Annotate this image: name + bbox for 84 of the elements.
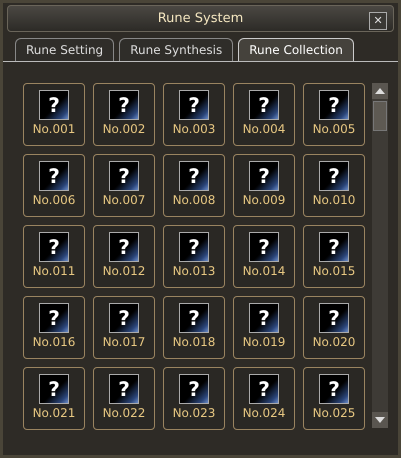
scroll-down-button[interactable] — [372, 412, 388, 428]
scrollbar[interactable] — [372, 83, 388, 428]
rune-slot[interactable]: ? No.008 — [163, 154, 225, 217]
unknown-rune-icon: ? — [39, 303, 69, 333]
rune-number: No.013 — [172, 264, 216, 278]
rune-slot[interactable]: ? No.016 — [23, 296, 85, 359]
unknown-rune-icon: ? — [39, 374, 69, 404]
tab[interactable]: Rune Synthesis — [119, 38, 234, 61]
rune-slot[interactable]: ? No.019 — [233, 296, 295, 359]
unknown-rune-icon: ? — [249, 90, 279, 120]
rune-slot[interactable]: ? No.015 — [303, 225, 365, 288]
window-title: Rune System — [158, 11, 244, 26]
rune-number: No.015 — [312, 264, 356, 278]
unknown-rune-icon: ? — [319, 90, 349, 120]
unknown-rune-icon: ? — [39, 161, 69, 191]
unknown-rune-icon: ? — [179, 303, 209, 333]
unknown-rune-icon: ? — [179, 232, 209, 262]
unknown-rune-icon: ? — [319, 374, 349, 404]
unknown-rune-icon: ? — [319, 303, 349, 333]
unknown-rune-icon: ? — [109, 90, 139, 120]
rune-slot[interactable]: ? No.022 — [93, 367, 155, 430]
rune-slot[interactable]: ? No.021 — [23, 367, 85, 430]
unknown-rune-icon: ? — [179, 374, 209, 404]
rune-slot[interactable]: ? No.013 — [163, 225, 225, 288]
unknown-rune-icon: ? — [109, 232, 139, 262]
rune-number: No.023 — [172, 406, 216, 420]
rune-slot[interactable]: ? No.009 — [233, 154, 295, 217]
rune-number: No.012 — [102, 264, 146, 278]
rune-number: No.025 — [312, 406, 356, 420]
unknown-rune-icon: ? — [319, 232, 349, 262]
rune-number: No.006 — [32, 193, 76, 207]
rune-slot[interactable]: ? No.003 — [163, 83, 225, 146]
rune-number: No.009 — [242, 193, 286, 207]
unknown-rune-icon: ? — [249, 303, 279, 333]
unknown-rune-icon: ? — [179, 161, 209, 191]
rune-number: No.022 — [102, 406, 146, 420]
rune-number: No.008 — [172, 193, 216, 207]
rune-slot[interactable]: ? No.004 — [233, 83, 295, 146]
unknown-rune-icon: ? — [39, 90, 69, 120]
rune-slot[interactable]: ? No.017 — [93, 296, 155, 359]
rune-number: No.010 — [312, 193, 356, 207]
rune-slot[interactable]: ? No.005 — [303, 83, 365, 146]
rune-number: No.014 — [242, 264, 286, 278]
tab[interactable]: Rune Setting — [15, 38, 114, 61]
rune-number: No.017 — [102, 335, 146, 349]
scroll-up-button[interactable] — [372, 83, 388, 99]
rune-number: No.002 — [102, 122, 146, 136]
tab[interactable]: Rune Collection — [238, 38, 354, 61]
rune-number: No.024 — [242, 406, 286, 420]
rune-slot[interactable]: ? No.010 — [303, 154, 365, 217]
scroll-thumb[interactable] — [373, 101, 387, 131]
rune-slot[interactable]: ? No.007 — [93, 154, 155, 217]
close-button[interactable]: ✕ — [369, 12, 387, 30]
rune-number: No.019 — [242, 335, 286, 349]
unknown-rune-icon: ? — [39, 232, 69, 262]
rune-slot[interactable]: ? No.025 — [303, 367, 365, 430]
rune-number: No.011 — [32, 264, 76, 278]
unknown-rune-icon: ? — [109, 161, 139, 191]
unknown-rune-icon: ? — [109, 374, 139, 404]
rune-number: No.003 — [172, 122, 216, 136]
rune-slot[interactable]: ? No.023 — [163, 367, 225, 430]
rune-number: No.007 — [102, 193, 146, 207]
rune-slot[interactable]: ? No.001 — [23, 83, 85, 146]
rune-number: No.004 — [242, 122, 286, 136]
unknown-rune-icon: ? — [179, 90, 209, 120]
rune-slot[interactable]: ? No.011 — [23, 225, 85, 288]
rune-slot[interactable]: ? No.014 — [233, 225, 295, 288]
rune-slot[interactable]: ? No.012 — [93, 225, 155, 288]
unknown-rune-icon: ? — [249, 232, 279, 262]
rune-number: No.016 — [32, 335, 76, 349]
rune-number: No.005 — [312, 122, 356, 136]
unknown-rune-icon: ? — [319, 161, 349, 191]
rune-slot[interactable]: ? No.024 — [233, 367, 295, 430]
rune-number: No.021 — [32, 406, 76, 420]
rune-slot[interactable]: ? No.020 — [303, 296, 365, 359]
rune-slot[interactable]: ? No.018 — [163, 296, 225, 359]
rune-number: No.018 — [172, 335, 216, 349]
unknown-rune-icon: ? — [249, 161, 279, 191]
rune-slot[interactable]: ? No.006 — [23, 154, 85, 217]
rune-number: No.001 — [32, 122, 76, 136]
rune-number: No.020 — [312, 335, 356, 349]
rune-slot[interactable]: ? No.002 — [93, 83, 155, 146]
unknown-rune-icon: ? — [109, 303, 139, 333]
unknown-rune-icon: ? — [249, 374, 279, 404]
